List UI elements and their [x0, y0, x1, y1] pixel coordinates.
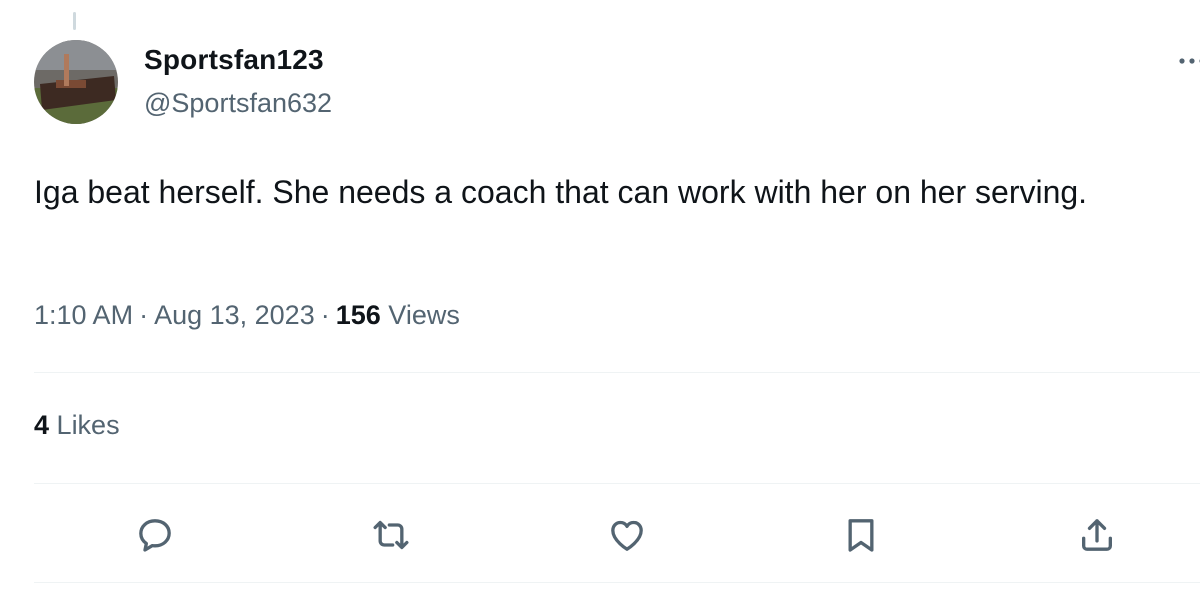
likes-count: 4	[34, 410, 50, 440]
views-label: Views	[388, 300, 460, 330]
retweet-icon	[373, 520, 409, 550]
bookmark-button[interactable]	[838, 512, 884, 558]
share-icon	[1082, 519, 1112, 551]
heart-icon	[611, 520, 643, 551]
divider	[34, 372, 1200, 373]
tweet-time[interactable]: 1:10 AM	[34, 300, 133, 330]
separator-dot: ·	[320, 300, 330, 330]
reply-icon	[139, 519, 171, 552]
divider	[34, 483, 1200, 484]
reply-button[interactable]	[132, 512, 178, 558]
bookmark-icon	[848, 519, 874, 552]
retweet-button[interactable]	[368, 512, 414, 558]
views-count: 156	[335, 300, 381, 330]
user-handle[interactable]: @Sportsfan632	[144, 88, 332, 119]
display-name[interactable]: Sportsfan123	[144, 44, 324, 76]
tweet-metadata: 1:10 AM · Aug 13, 2023 · 156 Views	[34, 300, 460, 331]
thread-connector-line	[73, 12, 76, 30]
more-options-icon[interactable]	[1178, 46, 1200, 76]
likes-label: Likes	[56, 410, 120, 440]
like-button[interactable]	[604, 512, 650, 558]
tweet-text: Iga beat herself. She needs a coach that…	[34, 174, 1088, 210]
avatar-photo	[34, 40, 118, 124]
separator-dot: ·	[139, 300, 149, 330]
share-button[interactable]	[1074, 512, 1120, 558]
tweet-date[interactable]: Aug 13, 2023	[154, 300, 315, 330]
divider	[34, 582, 1200, 583]
likes-stat[interactable]: 4 Likes	[34, 410, 120, 441]
avatar[interactable]	[34, 40, 118, 124]
